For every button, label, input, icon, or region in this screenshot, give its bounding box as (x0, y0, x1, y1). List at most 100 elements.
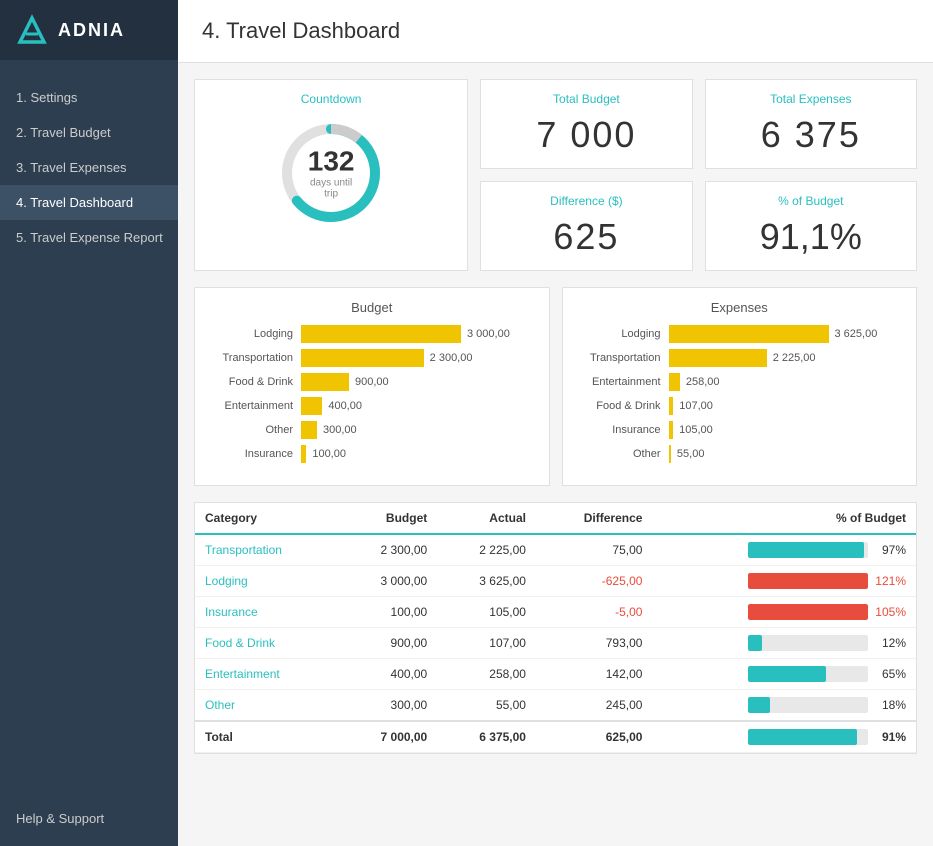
bar-track: 55,00 (669, 445, 901, 463)
pct-num: 12% (874, 636, 906, 650)
bar-label: Other (211, 424, 301, 436)
pct-track (748, 635, 868, 651)
bar-label: Entertainment (579, 376, 669, 388)
cell-difference: 793,00 (536, 628, 652, 659)
main-content: Countdown 132 days until trip (178, 63, 933, 770)
pct-num: 105% (874, 605, 906, 619)
col-actual: Actual (437, 503, 536, 534)
cell-actual: 105,00 (437, 597, 536, 628)
bar-value: 300,00 (323, 424, 357, 436)
expenses-bars: Lodging 3 625,00 Transportation 2 225,00… (579, 325, 901, 463)
pct-fill (748, 604, 868, 620)
pct-fill (748, 542, 864, 558)
cell-pct: 65% (652, 659, 916, 690)
sidebar-item-travel-expenses[interactable]: 3. Travel Expenses (0, 150, 178, 185)
table-row: Insurance 100,00 105,00 -5,00 105% (195, 597, 916, 628)
bar-fill (301, 421, 317, 439)
countdown-label: Countdown (301, 92, 362, 106)
cell-pct: 12% (652, 628, 916, 659)
budget-bar-row: Food & Drink 900,00 (211, 373, 533, 391)
sidebar-item-travel-budget[interactable]: 2. Travel Budget (0, 115, 178, 150)
total-expenses-value: 6 375 (722, 114, 900, 156)
expenses-bar-row: Insurance 105,00 (579, 421, 901, 439)
pct-fill (748, 573, 868, 589)
cell-category: Insurance (195, 597, 338, 628)
kpi-countdown: Countdown 132 days until trip (194, 79, 468, 271)
pct-track (748, 666, 868, 682)
adnia-logo-icon (16, 14, 48, 46)
bar-value: 55,00 (677, 448, 705, 460)
table-row: Lodging 3 000,00 3 625,00 -625,00 121% (195, 566, 916, 597)
sidebar-help[interactable]: Help & Support (0, 801, 178, 836)
budget-bar-row: Lodging 3 000,00 (211, 325, 533, 343)
pct-num: 91% (874, 730, 906, 744)
bar-fill (669, 421, 674, 439)
pct-fill (748, 697, 770, 713)
cell-total-pct: 91% (652, 721, 916, 753)
col-pct: % of Budget (652, 503, 916, 534)
donut-label: 132 days until trip (304, 147, 359, 200)
bar-label: Food & Drink (579, 400, 669, 412)
bar-track: 105,00 (669, 421, 901, 439)
sidebar-item-travel-dashboard[interactable]: 4. Travel Dashboard (0, 185, 178, 220)
main-header: 4. Travel Dashboard (178, 0, 933, 63)
cell-difference: 75,00 (536, 534, 652, 566)
bar-fill (301, 373, 349, 391)
cell-category: Other (195, 690, 338, 722)
col-difference: Difference (536, 503, 652, 534)
bar-value: 107,00 (679, 400, 713, 412)
pct-budget-value: 91,1% (722, 216, 900, 258)
bar-value: 3 000,00 (467, 328, 510, 340)
bar-label: Entertainment (211, 400, 301, 412)
bar-track: 2 225,00 (669, 349, 901, 367)
cell-actual: 3 625,00 (437, 566, 536, 597)
bar-track: 900,00 (301, 373, 533, 391)
sidebar-item-settings[interactable]: 1. Settings (0, 80, 178, 115)
bar-label: Food & Drink (211, 376, 301, 388)
bar-value: 400,00 (328, 400, 362, 412)
sidebar-nav: 1. Settings 2. Travel Budget 3. Travel E… (0, 60, 178, 801)
pct-track (748, 542, 868, 558)
table-header-row: Category Budget Actual Difference % of B… (195, 503, 916, 534)
bar-track: 100,00 (301, 445, 533, 463)
pct-track (748, 729, 868, 745)
pct-budget-label: % of Budget (722, 194, 900, 208)
expenses-bar-row: Lodging 3 625,00 (579, 325, 901, 343)
page-title: 4. Travel Dashboard (202, 18, 400, 43)
bar-track: 300,00 (301, 421, 533, 439)
bar-track: 3 625,00 (669, 325, 901, 343)
bar-track: 3 000,00 (301, 325, 533, 343)
budget-bar-row: Entertainment 400,00 (211, 397, 533, 415)
bar-label: Other (579, 448, 669, 460)
kpi-total-expenses: Total Expenses 6 375 (705, 79, 917, 169)
cell-budget: 3 000,00 (338, 566, 437, 597)
cell-actual: 2 225,00 (437, 534, 536, 566)
cell-budget: 900,00 (338, 628, 437, 659)
bar-fill (301, 445, 306, 463)
pct-fill (748, 635, 762, 651)
total-budget-label: Total Budget (497, 92, 675, 106)
bar-value: 105,00 (679, 424, 713, 436)
data-table: Category Budget Actual Difference % of B… (194, 502, 917, 754)
budget-bar-row: Insurance 100,00 (211, 445, 533, 463)
countdown-value: 132 (304, 147, 359, 178)
bar-track: 2 300,00 (301, 349, 533, 367)
bar-track: 400,00 (301, 397, 533, 415)
bar-value: 2 225,00 (773, 352, 816, 364)
bar-fill (669, 397, 674, 415)
cell-pct: 105% (652, 597, 916, 628)
summary-table: Category Budget Actual Difference % of B… (195, 503, 916, 753)
cell-pct: 97% (652, 534, 916, 566)
cell-difference: 142,00 (536, 659, 652, 690)
kpi-total-budget: Total Budget 7 000 (480, 79, 692, 169)
table-total-row: Total 7 000,00 6 375,00 625,00 91% (195, 721, 916, 753)
cell-category: Lodging (195, 566, 338, 597)
cell-total-category: Total (195, 721, 338, 753)
kpi-pct-budget: % of Budget 91,1% (705, 181, 917, 271)
countdown-donut: 132 days until trip (276, 118, 386, 228)
bar-track: 107,00 (669, 397, 901, 415)
budget-bar-row: Other 300,00 (211, 421, 533, 439)
pct-track (748, 604, 868, 620)
expenses-chart: Expenses Lodging 3 625,00 Transportation… (562, 287, 918, 486)
sidebar-item-travel-expense-report[interactable]: 5. Travel Expense Report (0, 220, 178, 255)
